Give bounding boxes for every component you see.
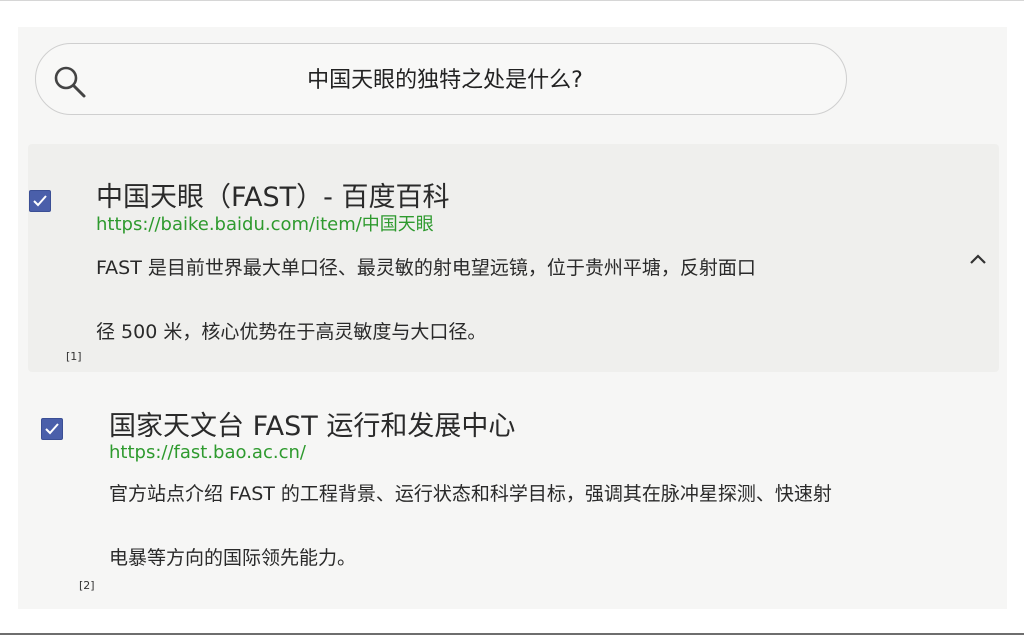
result-snippet-1-line-2: 径 500 米，核心优势在于高灵敏度与大口径。: [96, 321, 487, 343]
chevron-up-icon[interactable]: [966, 250, 990, 268]
result-ref-2[interactable]: [2]: [79, 579, 95, 592]
search-icon[interactable]: [52, 64, 88, 100]
search-input[interactable]: [100, 58, 790, 98]
result-checkbox-2[interactable]: [41, 418, 63, 440]
page: 中国天眼（FAST）- 百度百科 https://baike.baidu.com…: [0, 0, 1024, 635]
result-checkbox-1[interactable]: [29, 190, 51, 212]
result-url-2[interactable]: https://fast.bao.ac.cn/: [109, 442, 306, 464]
checkmark-icon: [45, 423, 59, 435]
result-snippet-2: 官方站点介绍 FAST 的工程背景、运行状态和科学目标，强调其在脉冲星探测、快速…: [109, 462, 989, 590]
result-snippet-1-line-1: FAST 是目前世界最大单口径、最灵敏的射电望远镜，位于贵州平塘，反射面口: [96, 257, 756, 279]
result-item-2[interactable]: 国家天文台 FAST 运行和发展中心 https://fast.bao.ac.c…: [28, 375, 999, 607]
result-title-2[interactable]: 国家天文台 FAST 运行和发展中心: [109, 411, 515, 443]
result-snippet-1: FAST 是目前世界最大单口径、最灵敏的射电望远镜，位于贵州平塘，反射面口 径 …: [96, 236, 956, 364]
search-results-panel: 中国天眼（FAST）- 百度百科 https://baike.baidu.com…: [18, 27, 1007, 609]
result-ref-1[interactable]: [1]: [66, 350, 82, 363]
search-bar[interactable]: [35, 43, 847, 115]
result-snippet-2-line-1: 官方站点介绍 FAST 的工程背景、运行状态和科学目标，强调其在脉冲星探测、快速…: [109, 483, 832, 505]
result-item-1[interactable]: 中国天眼（FAST）- 百度百科 https://baike.baidu.com…: [28, 144, 999, 372]
result-url-1[interactable]: https://baike.baidu.com/item/中国天眼: [96, 214, 434, 236]
result-title-1[interactable]: 中国天眼（FAST）- 百度百科: [96, 182, 449, 214]
result-snippet-2-line-2: 电暴等方向的国际领先能力。: [109, 547, 357, 569]
checkmark-icon: [33, 195, 47, 207]
